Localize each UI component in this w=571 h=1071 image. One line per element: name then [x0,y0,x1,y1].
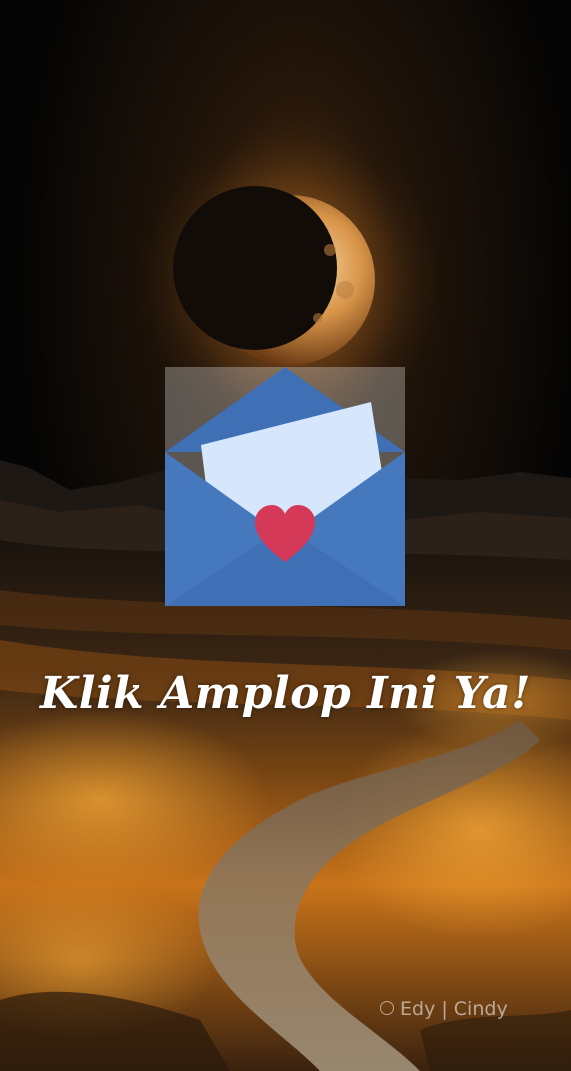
watermark-logo-icon [380,1000,394,1015]
watermark: Edy | Cindy [380,998,560,1020]
envelope-with-heart-icon [165,367,405,606]
watermark-text: Edy | Cindy [400,998,508,1020]
open-envelope-button[interactable] [165,367,405,606]
landing-screen: Klik Amplop Ini Ya! Edy | Cindy [0,0,571,1071]
click-envelope-caption: Klik Amplop Ini Ya! [39,668,531,719]
